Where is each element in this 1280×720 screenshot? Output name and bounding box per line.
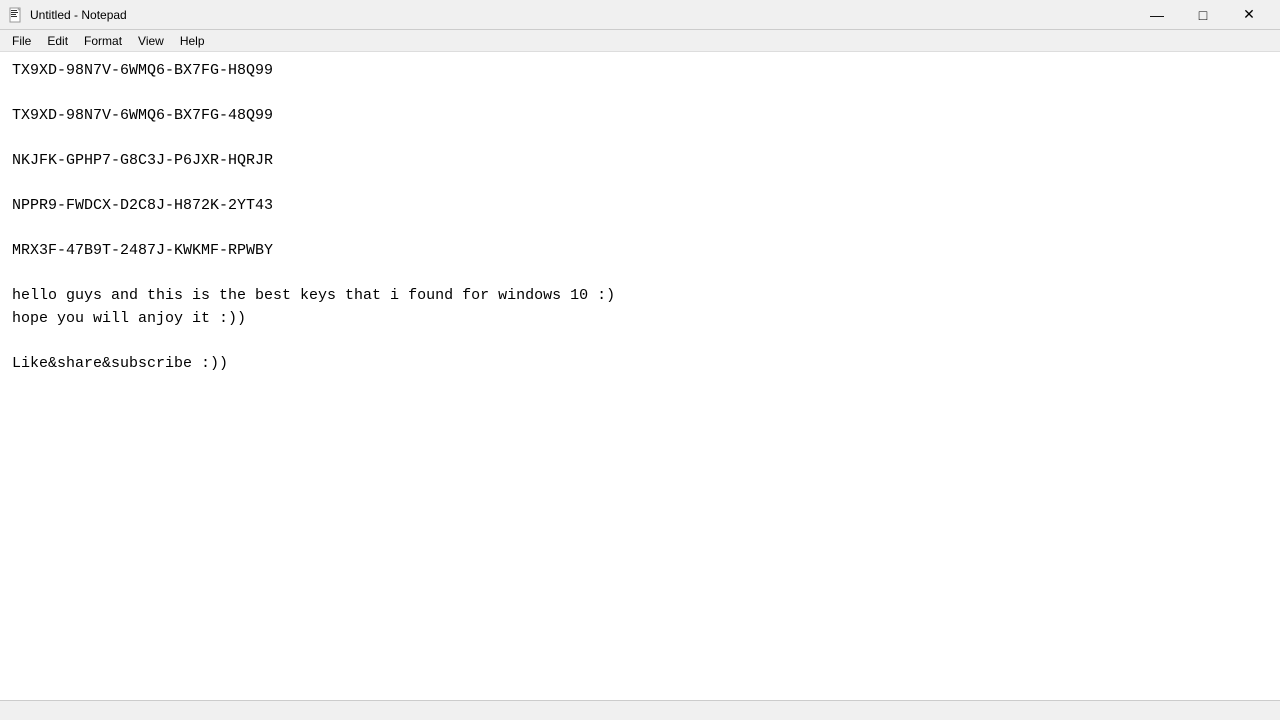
status-bar: [0, 700, 1280, 720]
menu-edit[interactable]: Edit: [39, 32, 76, 50]
window-title: Untitled - Notepad: [30, 8, 1134, 22]
app-icon: [8, 7, 24, 23]
minimize-button[interactable]: —: [1134, 0, 1180, 30]
maximize-button[interactable]: □: [1180, 0, 1226, 30]
menu-file[interactable]: File: [4, 32, 39, 50]
window-controls: — □ ✕: [1134, 0, 1272, 30]
editor-content: TX9XD-98N7V-6WMQ6-BX7FG-H8Q99 TX9XD-98N7…: [12, 60, 1268, 375]
editor-area[interactable]: TX9XD-98N7V-6WMQ6-BX7FG-H8Q99 TX9XD-98N7…: [0, 52, 1280, 700]
menu-format[interactable]: Format: [76, 32, 130, 50]
notepad-window: Untitled - Notepad — □ ✕ File Edit Forma…: [0, 0, 1280, 720]
menu-bar: File Edit Format View Help: [0, 30, 1280, 52]
menu-help[interactable]: Help: [172, 32, 213, 50]
menu-view[interactable]: View: [130, 32, 172, 50]
close-button[interactable]: ✕: [1226, 0, 1272, 30]
title-bar: Untitled - Notepad — □ ✕: [0, 0, 1280, 30]
